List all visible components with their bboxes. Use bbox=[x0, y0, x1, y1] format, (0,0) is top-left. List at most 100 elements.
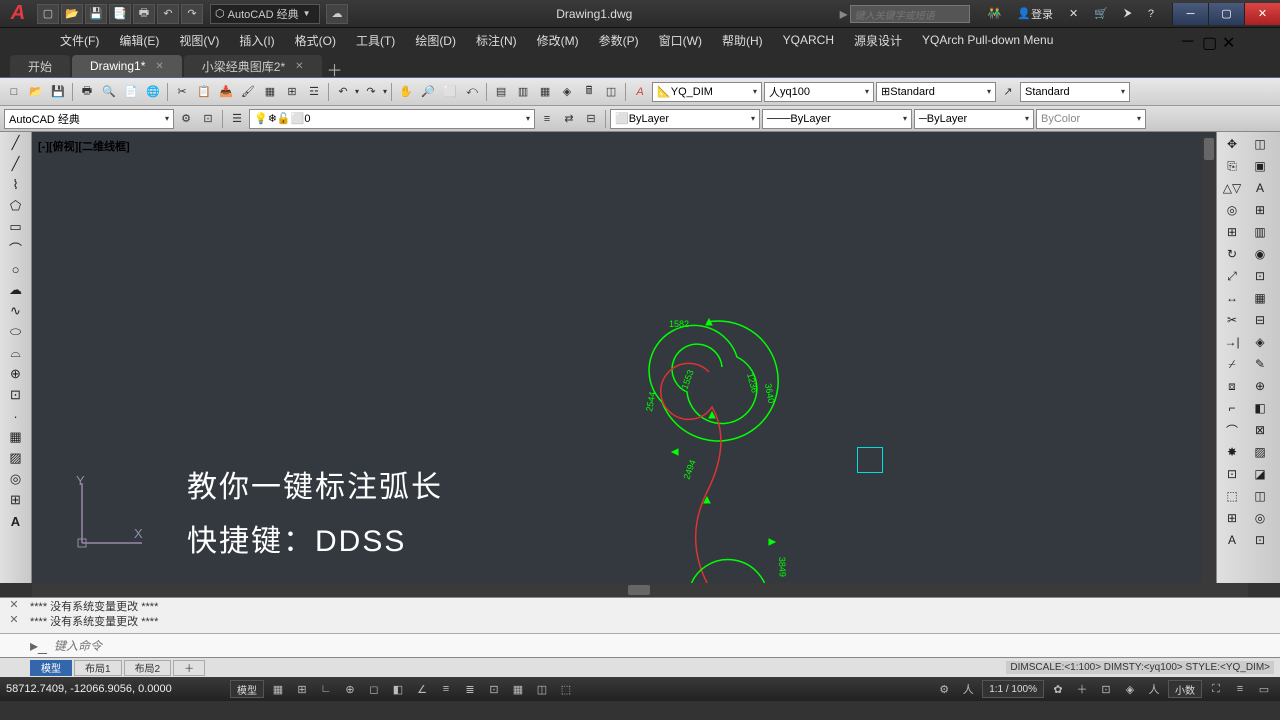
minimize-button[interactable]: ─ bbox=[1172, 3, 1208, 25]
rt2-icon[interactable]: ◫ bbox=[1247, 134, 1273, 154]
move-icon[interactable]: ✥ bbox=[1219, 134, 1245, 154]
lineweight-select[interactable]: ─ ByLayer▾ bbox=[914, 109, 1034, 129]
drawing-area[interactable]: [-][俯视][二维线框] 教你一键标注弧长 快捷键：DDSS 1582 123… bbox=[32, 132, 1216, 583]
menu-file[interactable]: 文件(F) bbox=[50, 32, 109, 49]
scale-readout[interactable]: 1:1 / 100% bbox=[982, 680, 1044, 698]
plot-icon[interactable]: 🌐 bbox=[143, 82, 163, 102]
clean-icon[interactable]: ◫ bbox=[601, 82, 621, 102]
login-button[interactable]: 👤 登录 bbox=[1011, 4, 1059, 24]
search-input[interactable] bbox=[851, 8, 969, 24]
rt35-icon[interactable]: ⊞ bbox=[1219, 508, 1245, 528]
maximize-button[interactable]: ▢ bbox=[1208, 3, 1244, 25]
rt34-icon[interactable]: ◫ bbox=[1247, 486, 1273, 506]
close-icon[interactable]: ✕ bbox=[295, 61, 303, 72]
extend-icon[interactable]: →| bbox=[1219, 332, 1245, 352]
qp-icon[interactable]: ▦ bbox=[508, 680, 528, 698]
layprev-icon[interactable]: ⇄ bbox=[559, 109, 579, 129]
iso-icon[interactable]: ◈ bbox=[1120, 680, 1140, 698]
menu-edit[interactable]: 编辑(E) bbox=[109, 32, 169, 49]
rt36-icon[interactable]: ◎ bbox=[1247, 508, 1273, 528]
lwt-icon[interactable]: ≣ bbox=[460, 680, 480, 698]
rt14-icon[interactable]: ⊡ bbox=[1247, 266, 1273, 286]
tab-model[interactable]: 模型 bbox=[30, 660, 72, 676]
chamfer-icon[interactable]: ⌐ bbox=[1219, 398, 1245, 418]
zoom-rt-icon[interactable]: 🔎 bbox=[418, 82, 438, 102]
tab-lib2[interactable]: 小梁经典图库2*✕ bbox=[184, 55, 322, 77]
open-icon[interactable]: 📂 bbox=[26, 82, 46, 102]
nav-icon[interactable]: ⊡ bbox=[1096, 680, 1116, 698]
rt37-icon[interactable]: A bbox=[1219, 530, 1245, 550]
cust-icon[interactable]: ≡ bbox=[1230, 680, 1250, 698]
cart-icon[interactable]: 🛒 bbox=[1088, 4, 1114, 24]
insert-icon[interactable]: ⊕ bbox=[6, 365, 26, 383]
dyn-icon[interactable]: ≡ bbox=[436, 680, 456, 698]
print-icon[interactable]: 🖶 bbox=[133, 4, 155, 24]
view-label[interactable]: [-][俯视][二维线框] bbox=[38, 138, 130, 154]
rt16-icon[interactable]: ▦ bbox=[1247, 288, 1273, 308]
menu-dim[interactable]: 标注(N) bbox=[466, 32, 527, 49]
menu-yqarch[interactable]: YQARCH bbox=[773, 33, 844, 47]
gear2-icon[interactable]: ✿ bbox=[1048, 680, 1068, 698]
tablestyle-select[interactable]: ⊞ Standard▾ bbox=[876, 82, 996, 102]
print-icon[interactable]: 🖶 bbox=[77, 82, 97, 102]
redo-icon[interactable]: ↷ bbox=[181, 4, 203, 24]
cut-icon[interactable]: ✂ bbox=[172, 82, 192, 102]
mleader-icon[interactable]: ↗ bbox=[998, 82, 1018, 102]
command-line[interactable]: ▸_ bbox=[0, 633, 1280, 657]
vertical-scrollbar[interactable] bbox=[1202, 136, 1216, 587]
workspace-drop[interactable]: ⬡ AutoCAD 经典▼ bbox=[210, 4, 320, 24]
gear-icon[interactable]: ⚙ bbox=[176, 109, 196, 129]
rt6-icon[interactable]: A bbox=[1247, 178, 1273, 198]
rotate-icon[interactable]: ↻ bbox=[1219, 244, 1245, 264]
rt8-icon[interactable]: ⊞ bbox=[1247, 200, 1273, 220]
3dosnap-icon[interactable]: ◧ bbox=[388, 680, 408, 698]
saveas-icon[interactable]: 📑 bbox=[109, 4, 131, 24]
rt20-icon[interactable]: ◈ bbox=[1247, 332, 1273, 352]
tab-start[interactable]: 开始 bbox=[10, 55, 70, 77]
region-icon[interactable]: ◎ bbox=[6, 470, 26, 488]
circle-icon[interactable]: ○ bbox=[6, 260, 26, 278]
infocenter-icon[interactable]: 👬 bbox=[982, 4, 1008, 24]
spline-icon[interactable]: ∿ bbox=[6, 302, 26, 320]
props-icon[interactable]: ☲ bbox=[304, 82, 324, 102]
ellipse-icon[interactable]: ⬭ bbox=[6, 323, 26, 341]
model-toggle[interactable]: 模型 bbox=[230, 680, 264, 698]
pan-icon[interactable]: ✋ bbox=[396, 82, 416, 102]
ssm-icon[interactable]: ▤ bbox=[491, 82, 511, 102]
new-icon[interactable]: ▢ bbox=[37, 4, 59, 24]
rt12-icon[interactable]: ◉ bbox=[1247, 244, 1273, 264]
stretch-icon[interactable]: ↔ bbox=[1219, 288, 1245, 308]
close-icon[interactable]: ✕ bbox=[155, 61, 163, 72]
explode-icon[interactable]: ✸ bbox=[1219, 442, 1245, 462]
menu-insert[interactable]: 插入(I) bbox=[229, 32, 284, 49]
rt30-icon[interactable]: ▨ bbox=[1247, 442, 1273, 462]
arc-icon[interactable]: ⌒ bbox=[6, 239, 26, 257]
join-icon[interactable]: ⧈ bbox=[1219, 376, 1245, 396]
menu-view[interactable]: 视图(V) bbox=[169, 32, 229, 49]
rt38-icon[interactable]: ⊡ bbox=[1247, 530, 1273, 550]
osnap-icon[interactable]: ◻ bbox=[364, 680, 384, 698]
layiso-icon[interactable]: ⊟ bbox=[581, 109, 601, 129]
table-icon[interactable]: ⊞ bbox=[6, 491, 26, 509]
copy-icon[interactable]: 📋 bbox=[194, 82, 214, 102]
mtext-icon[interactable]: A bbox=[6, 512, 26, 530]
menu-help[interactable]: 帮助(H) bbox=[712, 32, 773, 49]
units-readout[interactable]: 小数 bbox=[1168, 680, 1202, 698]
add-layout-button[interactable]: ＋ bbox=[173, 660, 205, 676]
layerprops-icon[interactable]: ☰ bbox=[227, 109, 247, 129]
snap-icon[interactable]: ⊞ bbox=[292, 680, 312, 698]
break-icon[interactable]: ⌿ bbox=[1219, 354, 1245, 374]
textstyle-a-icon[interactable]: A bbox=[630, 82, 650, 102]
doc-max-icon[interactable]: ▢ bbox=[1202, 33, 1220, 47]
redo-icon[interactable]: ↷ bbox=[361, 82, 381, 102]
am-icon[interactable]: ⬚ bbox=[556, 680, 576, 698]
command-input[interactable] bbox=[48, 639, 1250, 653]
ellarc-icon[interactable]: ⌓ bbox=[6, 344, 26, 362]
trim-icon[interactable]: ✂ bbox=[1219, 310, 1245, 330]
rt24-icon[interactable]: ⊕ bbox=[1247, 376, 1273, 396]
laymcur-icon[interactable]: ≡ bbox=[537, 109, 557, 129]
copy-icon[interactable]: ⎘ bbox=[1219, 156, 1245, 176]
line-icon[interactable]: ╱ bbox=[6, 134, 26, 152]
add-tab-button[interactable]: ＋ bbox=[324, 57, 346, 77]
tpy-icon[interactable]: ⊡ bbox=[484, 680, 504, 698]
